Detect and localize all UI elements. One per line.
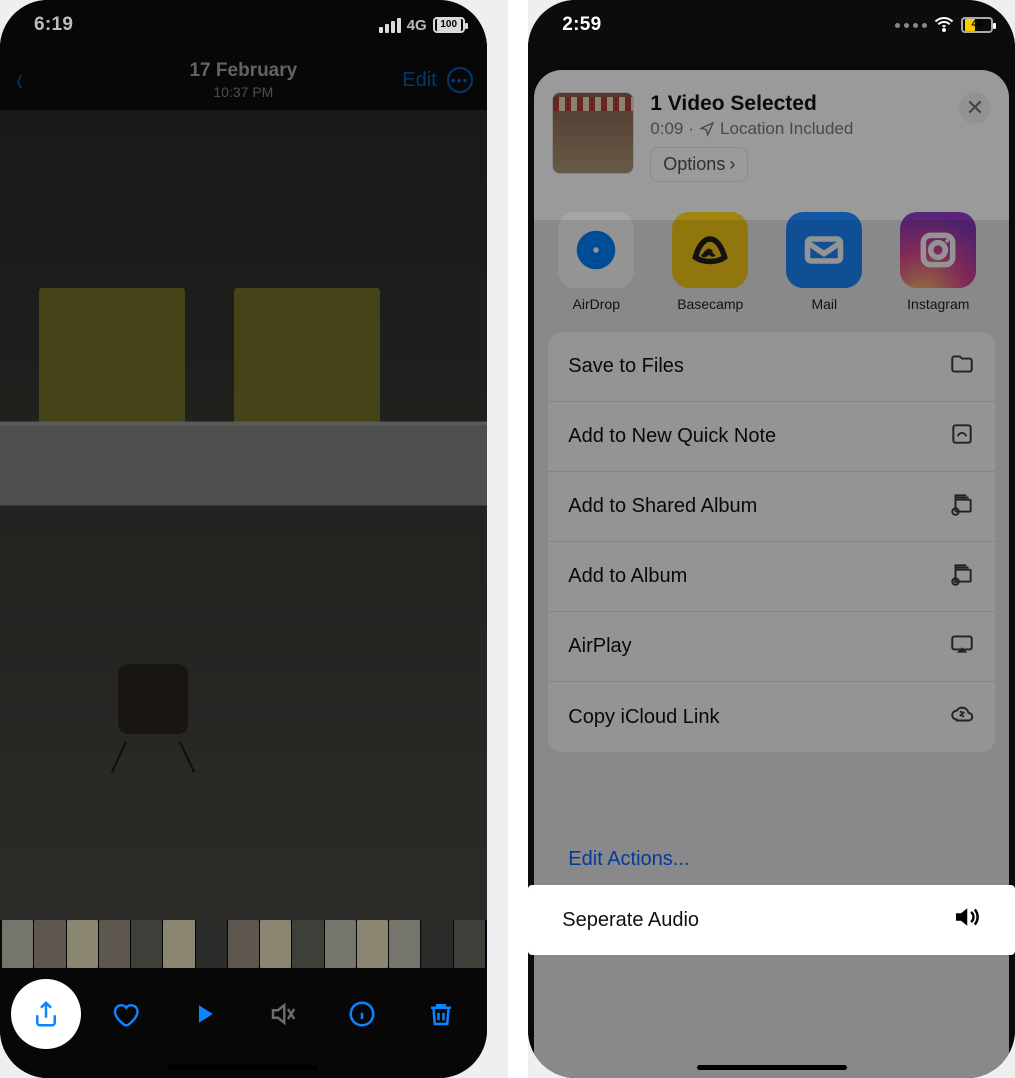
- battery-icon: 100: [433, 17, 465, 33]
- play-button[interactable]: [174, 984, 234, 1044]
- right-phone-screen: 2:59 40 0:09 1 Video Se: [528, 0, 1015, 1078]
- status-bar: 6:19 4G 100: [0, 0, 487, 46]
- share-app-basecamp[interactable]: Basecamp: [670, 212, 750, 312]
- photo-date: 17 February: [0, 60, 487, 82]
- basecamp-icon: [688, 228, 732, 272]
- recent-app-dots-icon: [895, 23, 927, 28]
- speaker-icon: [951, 902, 981, 938]
- share-icon: [31, 999, 61, 1029]
- wifi-icon: [933, 17, 955, 33]
- heart-icon: [110, 999, 140, 1029]
- thumbnail[interactable]: [2, 920, 33, 968]
- action-shared-album[interactable]: Add to Shared Album: [548, 472, 995, 542]
- options-button[interactable]: Options ›: [650, 147, 748, 182]
- thumbnail-strip[interactable]: [0, 920, 487, 968]
- bottom-toolbar: [0, 978, 487, 1050]
- play-icon: [189, 999, 219, 1029]
- action-airplay[interactable]: AirPlay: [548, 612, 995, 682]
- actions-group: Save to Files Add to New Quick Note Add …: [548, 332, 995, 752]
- share-app-instagram[interactable]: Instagram: [898, 212, 978, 312]
- close-button[interactable]: ✕: [959, 92, 991, 124]
- share-sheet-title: 1 Video Selected: [650, 92, 853, 116]
- share-app-mail[interactable]: Mail: [784, 212, 864, 312]
- airplay-icon: [949, 631, 975, 663]
- video-preview[interactable]: [0, 110, 487, 920]
- status-time: 2:59: [562, 14, 601, 36]
- battery-icon: 40: [961, 17, 993, 33]
- share-apps-row[interactable]: AirDrop Basecamp Mail Instagram: [534, 196, 1009, 322]
- status-bar: 2:59 40: [528, 0, 1015, 46]
- trash-icon: [426, 999, 456, 1029]
- favorite-button[interactable]: [95, 984, 155, 1044]
- speaker-muted-icon: [268, 999, 298, 1029]
- share-app-airdrop[interactable]: AirDrop: [556, 212, 636, 312]
- photo-time: 10:37 PM: [0, 84, 487, 100]
- info-icon: [347, 999, 377, 1029]
- selected-video-thumbnail: [552, 92, 634, 174]
- share-sheet-subtitle: 0:09 · Location Included: [650, 119, 853, 139]
- cellular-bars-icon: [379, 18, 401, 33]
- mail-icon: [802, 228, 846, 272]
- add-album-icon: [949, 561, 975, 593]
- mute-button[interactable]: [253, 984, 313, 1044]
- left-phone-screen: 6:19 4G 100 ‹ 17 February 10:37 PM Edit: [0, 0, 487, 1078]
- navbar: ‹ 17 February 10:37 PM Edit •••: [0, 50, 487, 110]
- folder-icon: [949, 351, 975, 383]
- action-quick-note[interactable]: Add to New Quick Note: [548, 402, 995, 472]
- close-icon: ✕: [966, 99, 984, 117]
- chevron-right-icon: ›: [729, 154, 735, 175]
- action-icloud-link[interactable]: Copy iCloud Link: [548, 682, 995, 752]
- status-time: 6:19: [34, 14, 73, 36]
- action-save-to-files[interactable]: Save to Files: [548, 332, 995, 402]
- network-type: 4G: [407, 17, 427, 34]
- delete-button[interactable]: [411, 984, 471, 1044]
- airdrop-icon: [574, 228, 618, 272]
- info-button[interactable]: [332, 984, 392, 1044]
- instagram-icon: [916, 228, 960, 272]
- action-add-album[interactable]: Add to Album: [548, 542, 995, 612]
- action-separate-audio[interactable]: Seperate Audio: [528, 885, 1015, 955]
- home-indicator[interactable]: [168, 1065, 318, 1070]
- icloud-link-icon: [949, 701, 975, 733]
- home-indicator[interactable]: [697, 1065, 847, 1070]
- quick-note-icon: [949, 421, 975, 453]
- share-button[interactable]: [16, 984, 76, 1044]
- shared-album-icon: [949, 491, 975, 523]
- location-arrow-icon: [699, 121, 715, 137]
